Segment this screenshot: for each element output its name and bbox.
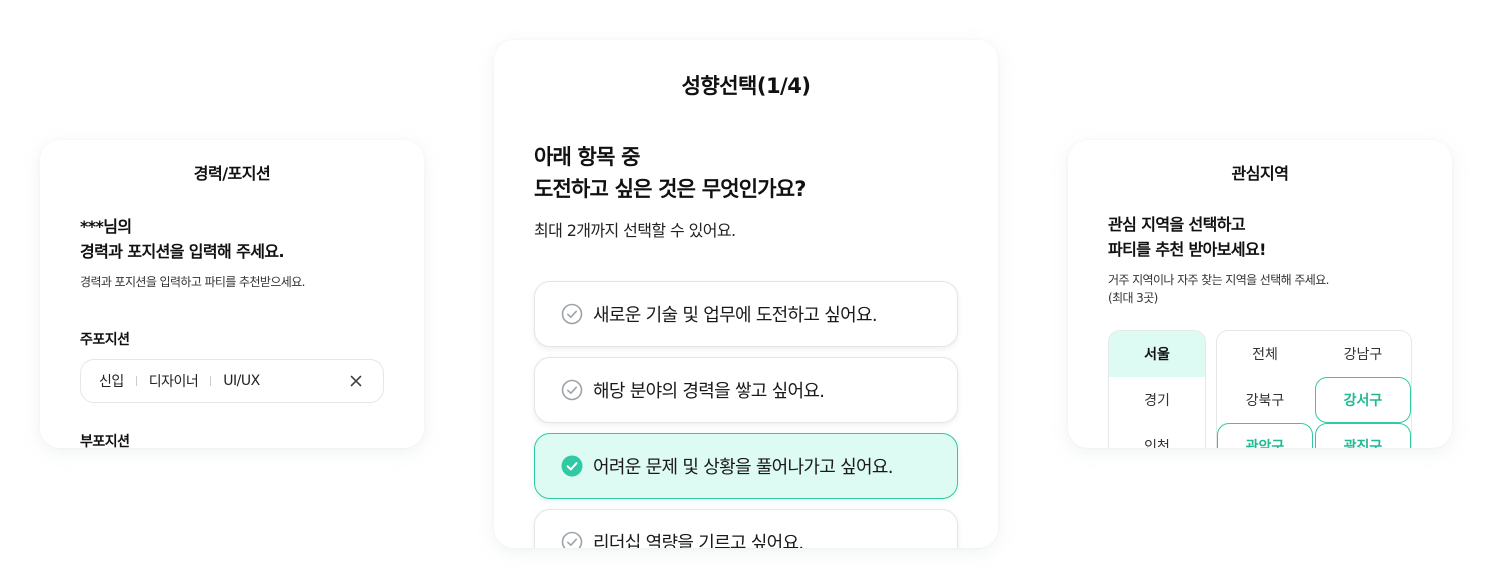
check-circle-filled-icon <box>561 455 583 477</box>
option-item[interactable]: 리더십 역량을 기르고 싶어요. <box>534 509 958 548</box>
heading-line-2: 파티를 추천 받아보세요! <box>1108 240 1266 259</box>
region-item-incheon[interactable]: 인천 <box>1109 423 1205 448</box>
main-position-field[interactable]: 신입 디자이너 UI/UX <box>80 359 384 403</box>
subtitle-line-1: 거주 지역이나 자주 찾는 지역을 선택해 주세요. <box>1108 273 1329 287</box>
tendency-select-card: 성향선택(1/4) 아래 항목 중 도전하고 싶은 것은 무엇인가요? 최대 2… <box>494 40 998 548</box>
position-job: 디자이너 <box>148 374 199 390</box>
option-label: 새로운 기술 및 업무에 도전하고 싶어요. <box>593 305 878 326</box>
main-position-label: 주포지션 <box>80 332 130 348</box>
district-item-gwangjin[interactable]: 광진구 <box>1315 423 1411 448</box>
position-level: 신입 <box>99 374 124 390</box>
heading-line-2: 경력과 포지션을 입력해 주세요. <box>80 242 285 261</box>
option-label: 리더십 역량을 기르고 싶어요. <box>593 533 804 548</box>
subtitle: 거주 지역이나 자주 찾는 지역을 선택해 주세요. (최대 3곳) <box>1108 271 1329 307</box>
heading: 관심 지역을 선택하고 파티를 추천 받아보세요! <box>1108 212 1266 262</box>
heading-line-1: ***님의 <box>80 217 132 236</box>
district-list: 전체 강남구 강북구 강서구 관악구 광진구 <box>1216 330 1412 448</box>
option-label: 해당 분야의 경력을 쌓고 싶어요. <box>593 381 825 402</box>
district-item-all[interactable]: 전체 <box>1217 331 1313 377</box>
check-circle-icon <box>561 379 583 401</box>
separator <box>210 376 212 386</box>
interest-region-card: 관심지역 관심 지역을 선택하고 파티를 추천 받아보세요! 거주 지역이나 자… <box>1068 140 1452 448</box>
card-title: 성향선택(1/4) <box>681 74 811 98</box>
check-circle-icon <box>561 531 583 548</box>
district-item-gwanak[interactable]: 관악구 <box>1217 423 1313 448</box>
district-item-gangnam[interactable]: 강남구 <box>1315 331 1411 377</box>
option-item-selected[interactable]: 어려운 문제 및 상황을 풀어나가고 싶어요. <box>534 433 958 499</box>
selection-hint: 최대 2개까지 선택할 수 있어요. <box>534 221 736 240</box>
check-circle-icon <box>561 303 583 325</box>
district-item-gangseo[interactable]: 강서구 <box>1315 377 1411 423</box>
heading: ***님의 경력과 포지션을 입력해 주세요. <box>80 214 285 264</box>
card-title: 관심지역 <box>1231 164 1289 183</box>
separator <box>135 376 137 386</box>
region-list: 서울 경기 인천 <box>1108 330 1206 448</box>
subtitle-line-2: (최대 3곳) <box>1108 291 1158 305</box>
district-item-gangbuk[interactable]: 강북구 <box>1217 377 1313 423</box>
option-item[interactable]: 새로운 기술 및 업무에 도전하고 싶어요. <box>534 281 958 347</box>
option-item[interactable]: 해당 분야의 경력을 쌓고 싶어요. <box>534 357 958 423</box>
career-position-card: 경력/포지션 ***님의 경력과 포지션을 입력해 주세요. 경력과 포지션을 … <box>40 140 424 448</box>
region-item-seoul[interactable]: 서울 <box>1109 331 1205 377</box>
card-title: 경력/포지션 <box>193 164 271 183</box>
question-heading: 아래 항목 중 도전하고 싶은 것은 무엇인가요? <box>534 141 806 205</box>
sub-position-label: 부포지션 <box>80 434 130 448</box>
close-icon[interactable] <box>345 370 367 392</box>
region-item-gyeonggi[interactable]: 경기 <box>1109 377 1205 423</box>
heading-line-1: 관심 지역을 선택하고 <box>1108 215 1246 234</box>
question-line-1: 아래 항목 중 <box>534 145 640 169</box>
subtitle: 경력과 포지션을 입력하고 파티를 추천받으세요. <box>80 275 305 289</box>
option-label: 어려운 문제 및 상황을 풀어나가고 싶어요. <box>593 457 893 478</box>
position-field: UI/UX <box>223 373 260 389</box>
question-line-2: 도전하고 싶은 것은 무엇인가요? <box>534 177 806 201</box>
